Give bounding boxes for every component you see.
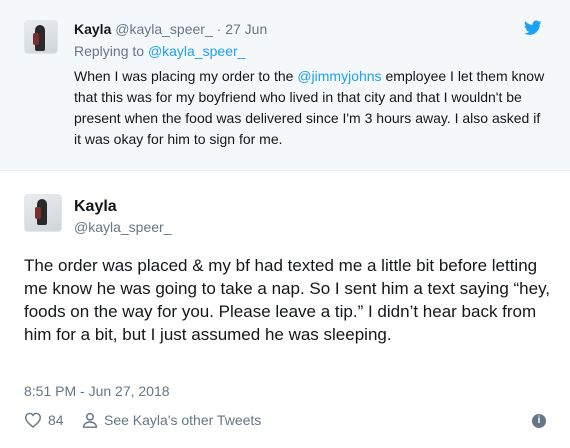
avatar[interactable]: [24, 194, 62, 232]
tweet-actions: 84 See Kayla's other Tweets i: [24, 412, 548, 434]
reply-tweet-text: When I was placing my order to the @jimm…: [74, 66, 550, 150]
replying-handle-link[interactable]: @kayla_speer_: [148, 43, 246, 59]
person-icon: [82, 412, 98, 428]
avatar[interactable]: [24, 20, 58, 54]
reply-tweet-header: Kayla @kayla_speer_ · 27 Jun: [74, 20, 267, 38]
author-name[interactable]: Kayla: [74, 197, 117, 217]
tweet-date[interactable]: 27 Jun: [225, 21, 267, 37]
like-count: 84: [48, 412, 64, 428]
info-icon[interactable]: i: [532, 414, 546, 428]
author-handle[interactable]: @kayla_speer_: [115, 21, 213, 37]
replying-to: Replying to @kayla_speer_: [74, 42, 245, 60]
reply-tweet: Kayla @kayla_speer_ · 27 Jun Replying to…: [0, 0, 570, 171]
author-name[interactable]: Kayla: [74, 21, 111, 37]
other-tweets-link[interactable]: See Kayla's other Tweets: [82, 412, 261, 428]
other-tweets-label: See Kayla's other Tweets: [104, 412, 262, 428]
tweet-timestamp[interactable]: 8:51 PM - Jun 27, 2018: [24, 382, 170, 400]
like-button[interactable]: 84: [24, 412, 64, 428]
tweet-text: The order was placed & my bf had texted …: [24, 256, 551, 344]
author-handle[interactable]: @kayla_speer_: [74, 218, 172, 236]
twitter-bird-icon[interactable]: [524, 20, 542, 36]
mention-link[interactable]: @jimmyjohns: [297, 68, 381, 84]
separator: ·: [216, 21, 222, 37]
heart-icon: [24, 412, 42, 428]
replying-label: Replying to: [74, 43, 145, 59]
reply-text-part: When I was placing my order to the: [74, 68, 298, 84]
